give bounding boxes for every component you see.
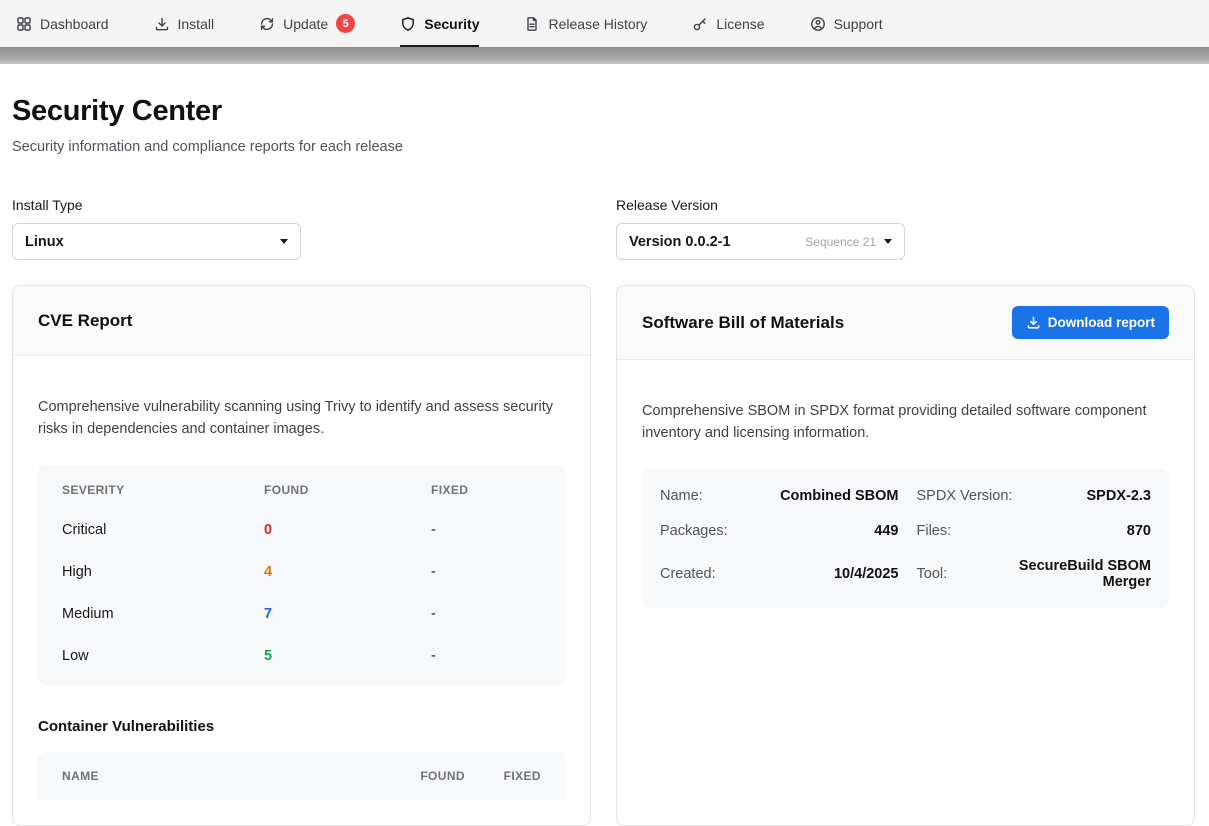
report-cards: CVE Report Comprehensive vulnerability s… (12, 285, 1195, 826)
severity-found-count: 7 (264, 606, 431, 622)
nav-item-dashboard[interactable]: Dashboard (16, 0, 109, 47)
severity-table: SEVERITY FOUND FIXED Critical 0 - High 4… (38, 465, 565, 685)
chevron-down-icon (884, 239, 892, 244)
sbom-card: Software Bill of Materials Download repo… (616, 285, 1195, 826)
security-center-page: Security Center Security information and… (0, 95, 1209, 826)
container-table-header: NAME FOUND FIXED (38, 752, 565, 800)
detail-value: 449 (768, 523, 901, 539)
release-version-filter: Release Version Version 0.0.2-1 Sequence… (616, 197, 1195, 260)
fixed-col-header: FIXED (465, 769, 541, 783)
severity-name: Medium (62, 606, 264, 622)
content-divider-band (0, 47, 1209, 64)
dashboard-grid-icon (16, 16, 32, 32)
severity-table-header: SEVERITY FOUND FIXED (38, 465, 565, 509)
severity-fixed-count: - (431, 648, 541, 664)
table-row: High 4 - (38, 551, 565, 593)
nav-item-release-history[interactable]: Release History (524, 0, 647, 47)
install-type-label: Install Type (12, 197, 591, 213)
fixed-col-header: FIXED (431, 483, 541, 497)
nav-label-install: Install (178, 16, 215, 32)
table-row: Packages: 449 Files: 870 (642, 513, 1169, 548)
found-col-header: FOUND (264, 483, 431, 497)
download-icon (1026, 315, 1041, 330)
detail-label: Created: (660, 566, 768, 582)
release-version-label: Release Version (616, 197, 1195, 213)
detail-value: SecureBuild SBOM Merger (1019, 558, 1152, 590)
detail-label: Packages: (660, 523, 768, 539)
table-row: Medium 7 - (38, 593, 565, 635)
support-user-icon (810, 16, 826, 32)
nav-label-dashboard: Dashboard (40, 16, 109, 32)
top-navigation: Dashboard Install Update 5 Security Rele… (0, 0, 1209, 47)
table-row: Created: 10/4/2025 Tool: SecureBuild SBO… (642, 548, 1169, 599)
container-vulnerabilities-title: Container Vulnerabilities (38, 718, 565, 735)
severity-fixed-count: - (431, 522, 541, 538)
severity-col-header: SEVERITY (62, 483, 264, 497)
cve-report-description: Comprehensive vulnerability scanning usi… (13, 371, 590, 441)
nav-item-support[interactable]: Support (810, 0, 883, 47)
nav-label-release-history: Release History (548, 16, 647, 32)
nav-label-license: License (716, 16, 764, 32)
page-title: Security Center (12, 95, 1195, 128)
chevron-down-icon (280, 239, 288, 244)
install-type-filter: Install Type Linux (12, 197, 591, 260)
install-type-select[interactable]: Linux (12, 223, 301, 260)
nav-label-update: Update (283, 16, 328, 32)
release-version-value: Version 0.0.2-1 (629, 234, 731, 250)
detail-value: SPDX-2.3 (1019, 488, 1152, 504)
sbom-header: Software Bill of Materials Download repo… (617, 286, 1194, 360)
sbom-description: Comprehensive SBOM in SPDX format provid… (617, 375, 1194, 445)
release-sequence-label: Sequence 21 (805, 235, 876, 249)
page-subtitle: Security information and compliance repo… (12, 139, 1195, 155)
shield-icon (400, 16, 416, 32)
cve-report-title: CVE Report (38, 311, 132, 331)
severity-name: Low (62, 648, 264, 664)
detail-value: 870 (1019, 523, 1152, 539)
detail-value: Combined SBOM (768, 488, 901, 504)
detail-value: 10/4/2025 (768, 566, 901, 582)
sbom-details-table: Name: Combined SBOM SPDX Version: SPDX-2… (642, 469, 1169, 608)
severity-fixed-count: - (431, 606, 541, 622)
severity-name: Critical (62, 522, 264, 538)
cve-report-card: CVE Report Comprehensive vulnerability s… (12, 285, 591, 826)
severity-name: High (62, 564, 264, 580)
table-row: Low 5 - (38, 635, 565, 677)
severity-found-count: 0 (264, 522, 431, 538)
severity-found-count: 4 (264, 564, 431, 580)
nav-label-security: Security (424, 16, 479, 32)
cve-report-header: CVE Report (13, 286, 590, 356)
table-row: Critical 0 - (38, 509, 565, 551)
nav-item-install[interactable]: Install (154, 0, 215, 47)
nav-item-security[interactable]: Security (400, 0, 479, 47)
table-row: Name: Combined SBOM SPDX Version: SPDX-2… (642, 478, 1169, 513)
severity-found-count: 5 (264, 648, 431, 664)
install-type-value: Linux (25, 234, 64, 250)
nav-item-license[interactable]: License (692, 0, 764, 47)
found-col-header: FOUND (375, 769, 465, 783)
release-version-select[interactable]: Version 0.0.2-1 Sequence 21 (616, 223, 905, 260)
detail-label: Files: (901, 523, 1019, 539)
download-icon (154, 16, 170, 32)
download-report-label: Download report (1048, 315, 1155, 330)
detail-label: Tool: (901, 566, 1019, 582)
detail-label: SPDX Version: (901, 488, 1019, 504)
filters-row: Install Type Linux Release Version Versi… (12, 197, 1195, 260)
sbom-title: Software Bill of Materials (642, 313, 844, 333)
update-count-badge: 5 (336, 14, 355, 33)
nav-label-support: Support (834, 16, 883, 32)
nav-item-update[interactable]: Update 5 (259, 0, 355, 47)
severity-fixed-count: - (431, 564, 541, 580)
detail-label: Name: (660, 488, 768, 504)
document-icon (524, 16, 540, 32)
key-icon (692, 16, 708, 32)
refresh-icon (259, 16, 275, 32)
download-report-button[interactable]: Download report (1012, 306, 1169, 339)
name-col-header: NAME (62, 769, 375, 783)
